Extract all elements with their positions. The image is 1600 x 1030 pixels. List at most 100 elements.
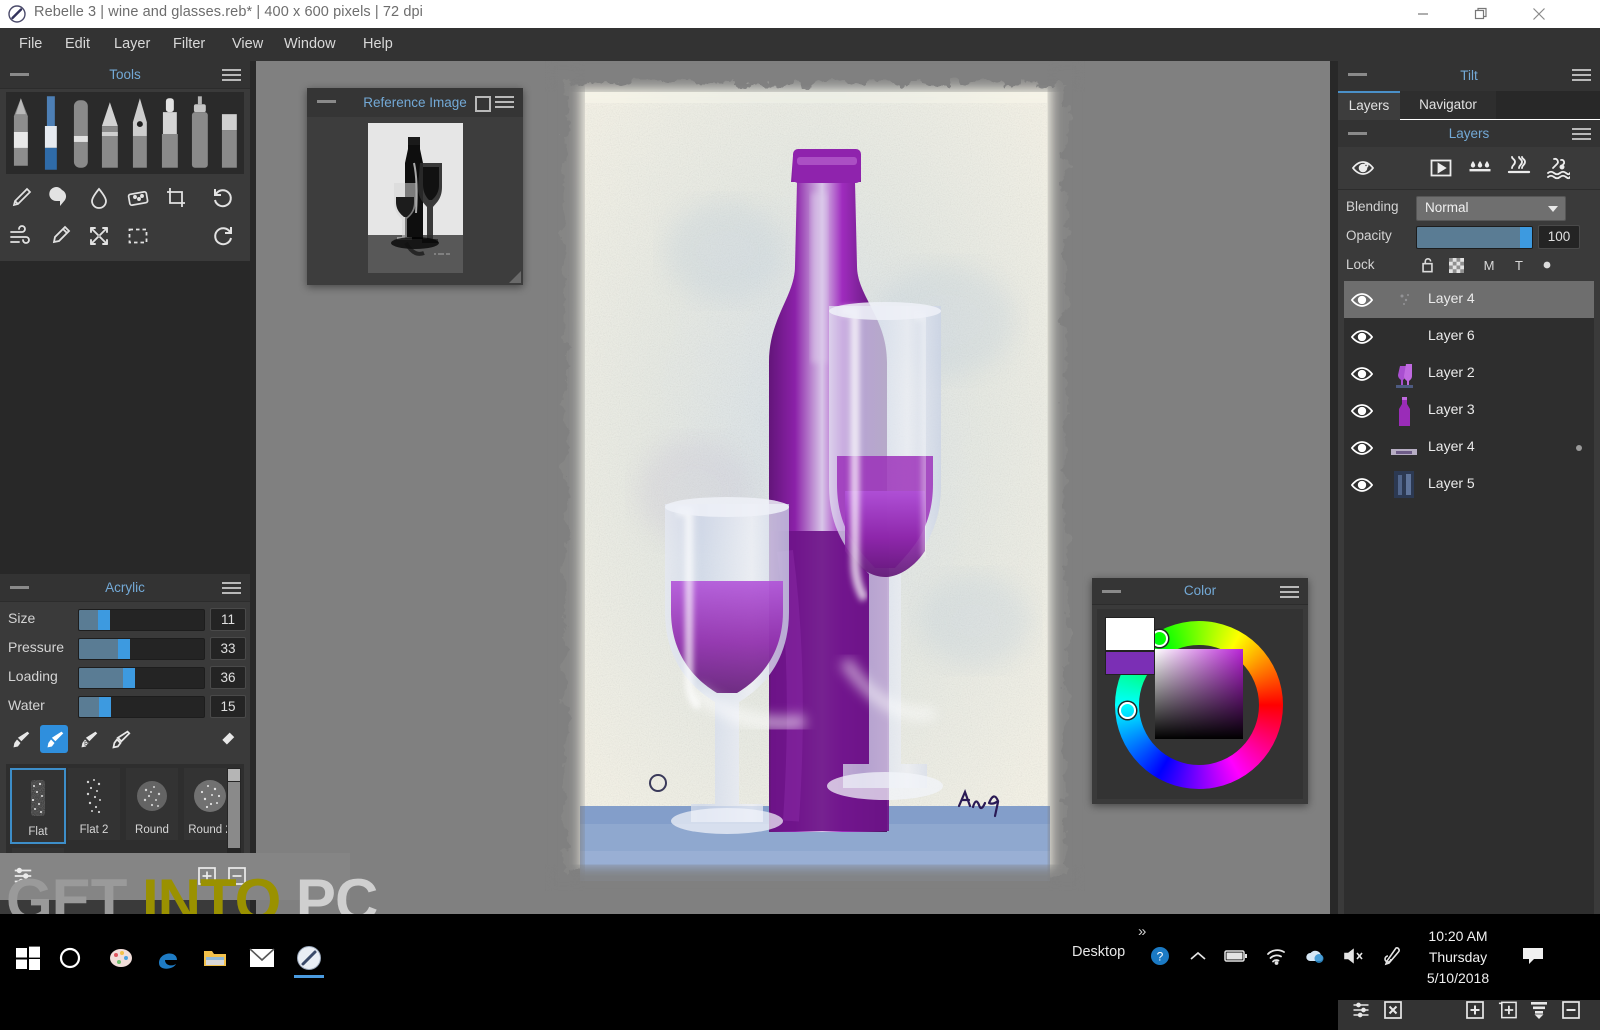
lock-move-icon[interactable]: M (1478, 255, 1500, 275)
menu-filter[interactable]: Filter (162, 28, 216, 61)
loading-slider[interactable] (78, 667, 205, 689)
eraser-icon[interactable] (212, 725, 240, 753)
hamburger-menu-icon[interactable] (1280, 586, 1299, 598)
overflow-chevron-icon[interactable]: » (1138, 923, 1146, 940)
scroll-up-arrow[interactable] (228, 769, 240, 781)
lock-tilt-icon[interactable]: T (1508, 255, 1530, 275)
color-picker-icon[interactable] (45, 221, 75, 251)
paint-brush-icon[interactable] (6, 183, 36, 213)
watercolor-brush-tool[interactable] (36, 92, 66, 174)
tab-navigator[interactable]: Navigator (1400, 91, 1496, 119)
rebelle-app-icon[interactable] (286, 936, 332, 980)
close-button[interactable] (1516, 0, 1562, 28)
artwork-canvas[interactable] (545, 61, 1085, 891)
rectangular-select-icon[interactable] (123, 221, 153, 251)
preset-flat[interactable]: Flat (10, 768, 66, 844)
pencil-tool[interactable] (95, 92, 125, 174)
remove-layer-icon[interactable] (1556, 996, 1586, 1024)
size-value[interactable]: 11 (210, 608, 246, 631)
pen-workspace-icon[interactable] (1378, 942, 1408, 970)
resize-handle-icon[interactable] (509, 271, 521, 283)
battery-icon[interactable] (1221, 942, 1251, 970)
onedrive-icon[interactable] (1300, 942, 1330, 970)
brush-mode-blend-icon[interactable] (40, 725, 68, 753)
redo-icon[interactable] (208, 221, 238, 251)
preset-flat-2[interactable]: Flat 2 (68, 768, 120, 840)
pastel-tool[interactable] (66, 92, 96, 174)
table-row[interactable]: Layer 3 (1344, 392, 1594, 429)
file-explorer-app-icon[interactable] (192, 936, 238, 980)
brush-mode-dry-icon[interactable]: B (74, 725, 102, 753)
table-row[interactable]: Layer 4 (1344, 281, 1594, 318)
table-row[interactable]: Layer 5 (1344, 466, 1594, 503)
ink-pen-tool[interactable] (125, 92, 155, 174)
airbrush-tool[interactable] (185, 92, 215, 174)
cortana-circle-icon[interactable] (50, 938, 90, 978)
water-slider[interactable] (78, 696, 205, 718)
background-color-swatch[interactable] (1105, 651, 1155, 675)
undo-icon[interactable] (208, 183, 238, 213)
windows-start-icon[interactable] (8, 938, 48, 978)
merge-down-icon[interactable] (1524, 996, 1554, 1024)
wifi-icon[interactable] (1261, 942, 1291, 970)
texture-icon[interactable] (123, 183, 153, 213)
layer-visibility-icon[interactable] (1350, 325, 1374, 349)
brush-settings-sliders-icon[interactable] (8, 861, 38, 891)
eraser-tool[interactable] (214, 92, 244, 174)
table-row[interactable]: Layer 4 (1344, 429, 1594, 466)
blow-dry-icon[interactable] (6, 221, 36, 251)
delete-layer-icon[interactable] (1378, 996, 1408, 1024)
marker-tool[interactable] (6, 92, 36, 174)
layer-visibility-icon[interactable] (1350, 399, 1374, 423)
brush-mode-paint-icon[interactable] (6, 725, 34, 753)
preset-round[interactable]: Round (126, 768, 178, 840)
opacity-slider[interactable] (1416, 226, 1533, 249)
layer-list[interactable]: Layer 4 Layer 6 Layer 2 Layer 3 Layer 4 … (1344, 281, 1594, 941)
table-row[interactable]: Layer 2 (1344, 355, 1594, 392)
wet-drops-icon[interactable] (1465, 153, 1495, 183)
zoom-out-icon[interactable] (222, 861, 252, 891)
water-drop-icon[interactable] (84, 183, 114, 213)
layer-visibility-icon[interactable] (1350, 436, 1374, 460)
tab-layers[interactable]: Layers (1338, 91, 1400, 121)
table-row[interactable]: Layer 6 (1344, 318, 1594, 355)
duplicate-layer-icon[interactable] (1492, 996, 1522, 1024)
action-center-icon[interactable] (1518, 942, 1548, 970)
pressure-value[interactable]: 33 (210, 637, 246, 660)
saturation-value-square[interactable] (1155, 649, 1243, 739)
layer-properties-icon[interactable] (1346, 996, 1376, 1024)
hue-marker[interactable] (1119, 702, 1136, 719)
minimize-button[interactable] (1400, 0, 1446, 28)
size-slider[interactable] (78, 609, 205, 631)
loading-value[interactable]: 36 (210, 666, 246, 689)
dry-heat-icon[interactable] (1504, 153, 1534, 183)
pressure-slider[interactable] (78, 638, 205, 660)
play-simulation-icon[interactable] (1426, 153, 1456, 183)
desktop-label[interactable]: Desktop (1072, 944, 1125, 960)
zoom-in-icon[interactable] (192, 861, 222, 891)
marker-pen-tool[interactable] (155, 92, 185, 174)
menu-window[interactable]: Window (273, 28, 347, 61)
water-wave-icon[interactable] (1543, 153, 1573, 183)
menu-file[interactable]: File (8, 28, 53, 61)
show-hidden-chevron-icon[interactable] (1183, 942, 1213, 970)
reference-photo[interactable] (368, 123, 463, 273)
water-value[interactable]: 15 (210, 695, 246, 718)
lock-all-icon[interactable] (1536, 255, 1558, 275)
layer-visibility-icon[interactable] (1350, 473, 1374, 497)
scrollbar-thumb[interactable] (228, 782, 240, 848)
watercolor-preview-icon[interactable] (1348, 153, 1378, 183)
hamburger-menu-icon[interactable] (495, 96, 514, 108)
help-circle-icon[interactable]: ? (1145, 942, 1175, 970)
menu-help[interactable]: Help (352, 28, 404, 61)
menu-edit[interactable]: Edit (54, 28, 101, 61)
transform-icon[interactable] (84, 221, 114, 251)
hamburger-menu-icon[interactable] (222, 69, 241, 81)
menu-view[interactable]: View (221, 28, 274, 61)
volume-muted-icon[interactable] (1339, 942, 1369, 970)
layer-visibility-icon[interactable] (1350, 288, 1374, 312)
taskbar-clock[interactable]: 10:20 AM Thursday 5/10/2018 (1412, 926, 1504, 989)
blend-smudge-icon[interactable] (45, 183, 75, 213)
paint-3d-app-icon[interactable] (98, 936, 144, 980)
edge-browser-app-icon[interactable] (145, 936, 191, 980)
